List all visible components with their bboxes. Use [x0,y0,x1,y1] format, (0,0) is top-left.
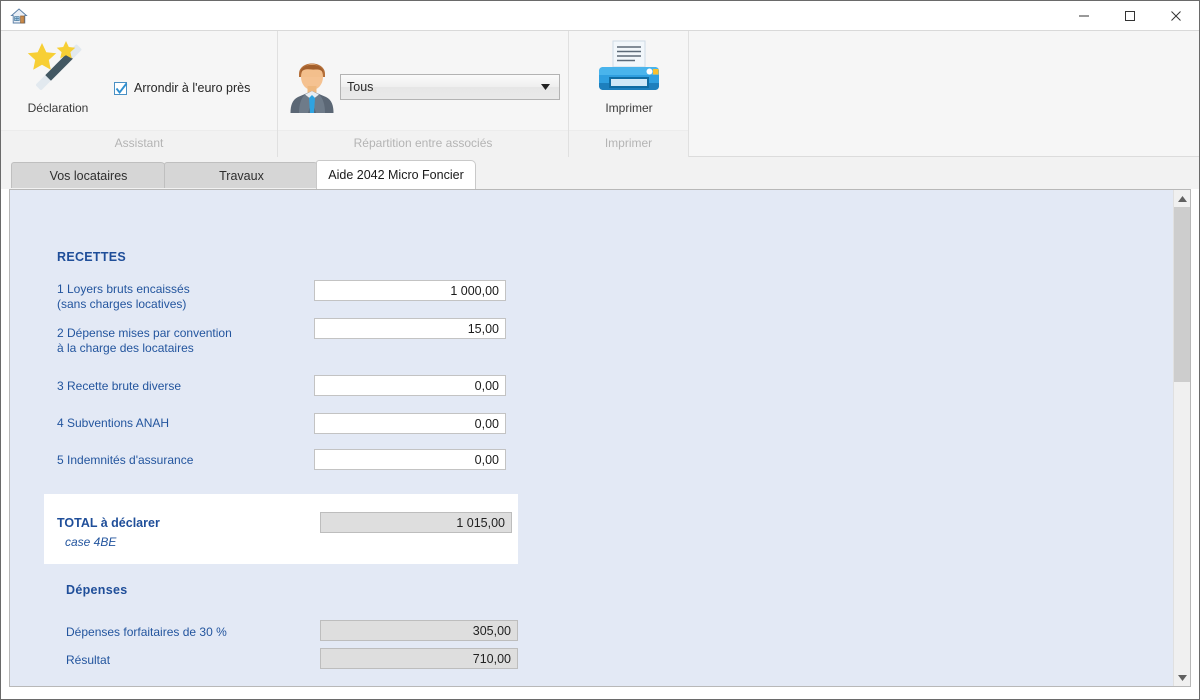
total-card: TOTAL à déclarer case 4BE 1 015,00 [44,494,518,564]
ribbon-group-repartition: Tous Répartition entre associés [278,31,569,157]
tab-aide-2042-micro-foncier-label: Aide 2042 Micro Foncier [328,168,464,182]
scroll-up-button[interactable] [1174,190,1190,207]
input-recette-brute-diverse-value: 0,00 [474,378,499,393]
row-label-resultat: Résultat [66,653,111,667]
tab-travaux-label: Travaux [219,169,264,183]
tab-vos-locataires-label: Vos locataires [49,169,128,183]
ribbon-group-assistant-body: Déclaration Arrondir à l'euro près [1,31,277,131]
input-subventions-anah-value: 0,00 [474,416,499,431]
total-card-value: 1 015,00 [456,515,505,530]
ribbon-group-assistant-title: Assistant [1,130,277,157]
row-label-indemnites-assurance: 5 Indemnités d'assurance [57,453,194,467]
ribbon-group-imprimer: Imprimer Imprimer [569,31,689,157]
window-controls [1061,1,1199,30]
scrollbar-thumb[interactable] [1174,207,1190,382]
declaration-button[interactable]: Déclaration [15,39,101,115]
row-label-recette-brute-diverse: 3 Recette brute diverse [57,379,182,393]
home-icon [10,7,28,25]
input-recette-brute-diverse[interactable]: 0,00 [314,375,506,396]
title-bar [1,1,1199,31]
row-label-subventions-anah: 4 Subventions ANAH [57,416,170,430]
value-depenses-forfaitaires-text: 305,00 [472,623,511,638]
minimize-button[interactable] [1061,1,1107,30]
value-resultat: 710,00 [320,648,518,669]
value-resultat-text: 710,00 [472,651,511,666]
total-card-title: TOTAL à déclarer [57,516,160,530]
ribbon-group-repartition-body: Tous [278,31,568,131]
vertical-scrollbar[interactable] [1173,190,1190,686]
input-indemnites-assurance-value: 0,00 [474,452,499,467]
close-button[interactable] [1153,1,1199,30]
total-card-subtitle: case 4BE [65,535,117,549]
tab-vos-locataires[interactable]: Vos locataires [11,162,166,189]
associate-filter-dropdown[interactable]: Tous [340,74,560,100]
ribbon-group-imprimer-title: Imprimer [569,130,688,157]
row-label-depenses-forfaitaires: Dépenses forfaitaires de 30 % [66,625,227,639]
scroll-down-button[interactable] [1174,669,1190,686]
input-subventions-anah[interactable]: 0,00 [314,413,506,434]
ribbon-group-imprimer-body: Imprimer [569,31,688,131]
row-label-depense-convention: 2 Dépense mises par convention à la char… [57,326,232,355]
maximize-button[interactable] [1107,1,1153,30]
round-to-euro-checkbox[interactable] [114,81,128,95]
associate-filter-value: Tous [347,80,374,94]
ribbon-group-assistant: Déclaration Arrondir à l'euro près Assis… [1,31,278,157]
total-card-value-field: 1 015,00 [320,512,512,533]
ribbon-toolbar: Déclaration Arrondir à l'euro près Assis… [1,31,1199,157]
status-bar [1,687,1199,699]
chevron-down-icon[interactable] [541,83,550,92]
input-depense-convention-value: 15,00 [467,321,499,336]
tab-aide-2042-micro-foncier[interactable]: Aide 2042 Micro Foncier [316,160,476,189]
magic-wand-icon [15,39,101,97]
tab-travaux[interactable]: Travaux [164,162,319,189]
round-to-euro-checkbox-row[interactable]: Arrondir à l'euro près [114,81,250,95]
input-depense-convention[interactable]: 15,00 [314,318,506,339]
application-window: Déclaration Arrondir à l'euro près Assis… [0,0,1200,700]
depenses-section-title: Dépenses [66,583,128,597]
input-loyers-bruts-value: 1 000,00 [450,283,499,298]
recettes-section-title: RECETTES [57,250,127,264]
printer-icon [586,39,672,97]
businessman-avatar-icon [288,53,336,118]
print-button-label: Imprimer [605,101,653,115]
declaration-button-label: Déclaration [27,101,89,115]
ribbon-group-repartition-title: Répartition entre associés [278,130,568,157]
content-frame: RECETTES 1 Loyers bruts encaissés (sans … [9,189,1191,687]
round-to-euro-checkbox-label: Arrondir à l'euro près [134,81,251,95]
value-depenses-forfaitaires: 305,00 [320,620,518,641]
row-label-loyers-bruts: 1 Loyers bruts encaissés (sans charges l… [57,282,190,311]
input-loyers-bruts[interactable]: 1 000,00 [314,280,506,301]
micro-foncier-form: RECETTES 1 Loyers bruts encaissés (sans … [10,190,1174,686]
print-button[interactable]: Imprimer [586,39,672,115]
tab-bar: Vos locataires Travaux Aide 2042 Micro F… [1,157,1199,189]
input-indemnites-assurance[interactable]: 0,00 [314,449,506,470]
